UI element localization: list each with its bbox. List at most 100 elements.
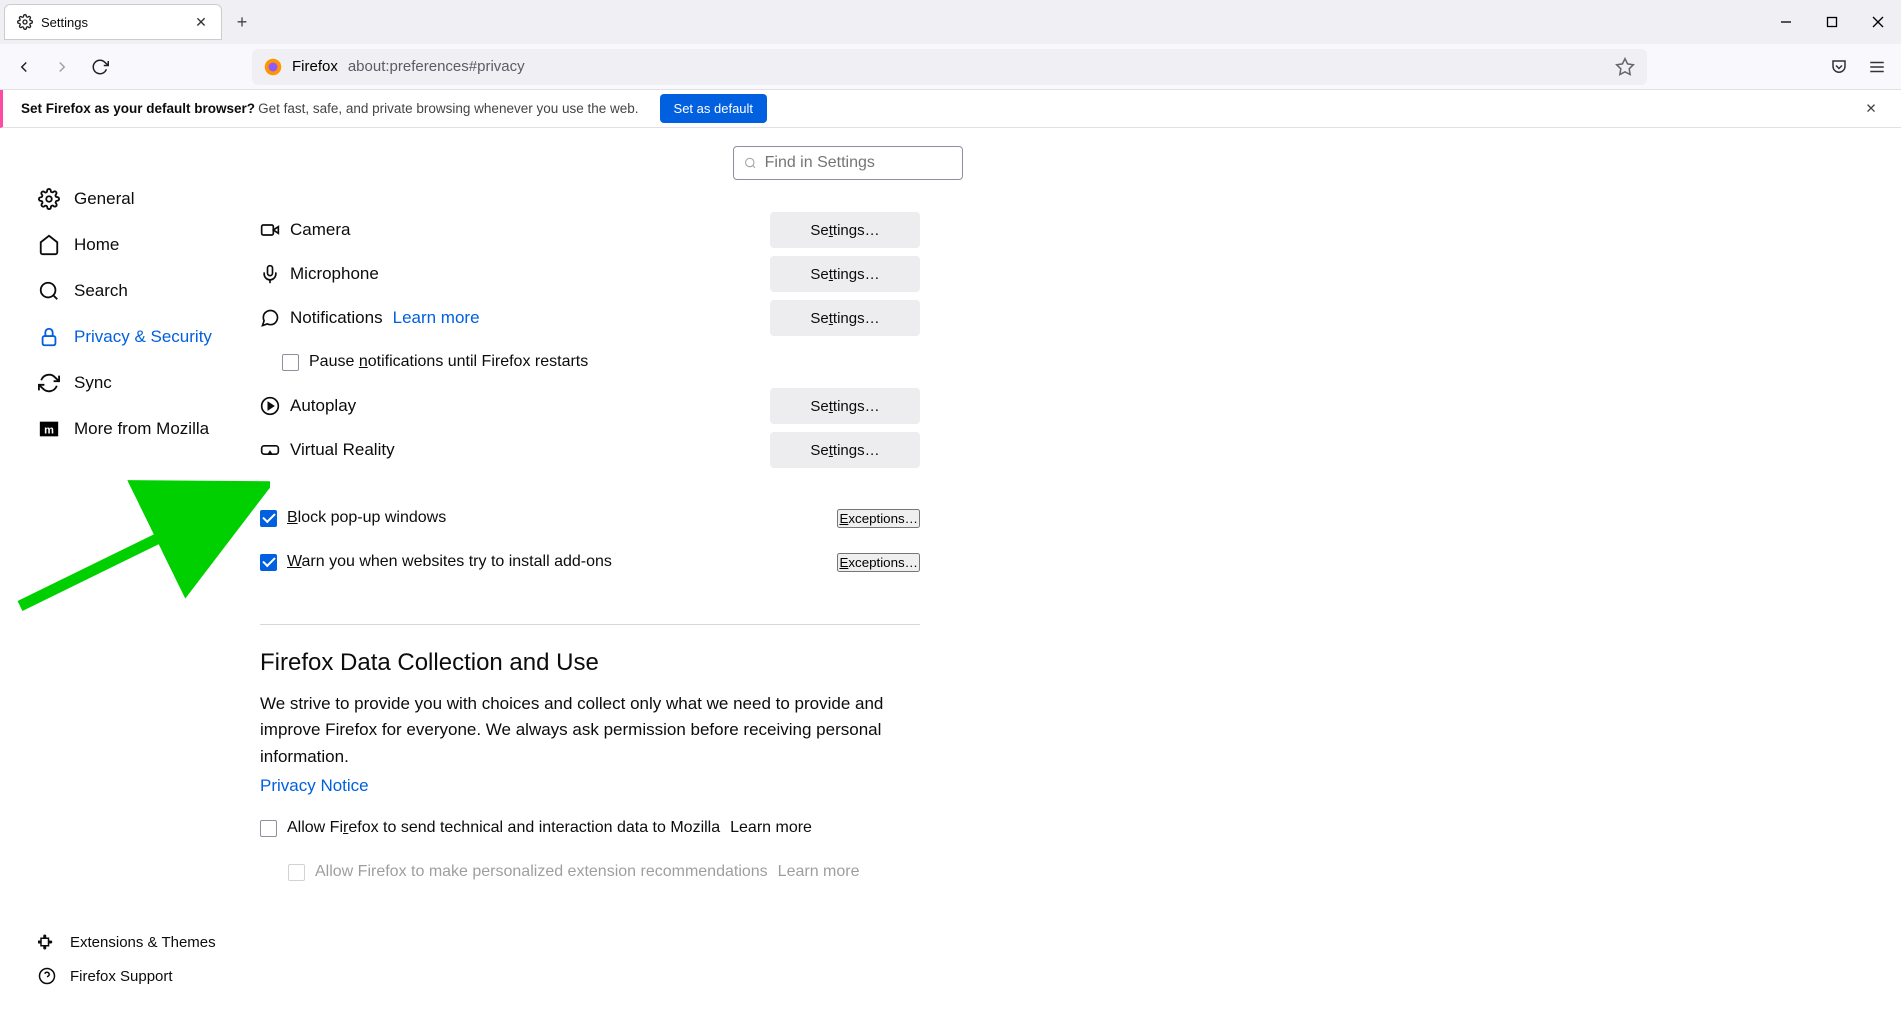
svg-text:m: m	[44, 425, 54, 437]
settings-button[interactable]: Settings…	[770, 212, 920, 248]
checkbox-label: Block pop-up windows	[287, 509, 446, 527]
banner-close-icon[interactable]: ✕	[1859, 97, 1883, 121]
allow-recommendations-row: Allow Firefox to make personalized exten…	[260, 850, 920, 894]
notification-icon	[260, 308, 280, 328]
checkbox-label: Allow Firefox to make personalized exten…	[315, 863, 768, 881]
checkbox-label: Warn you when websites try to install ad…	[287, 553, 612, 571]
learn-more-link[interactable]: Learn more	[730, 819, 812, 837]
settings-button[interactable]: Settings…	[770, 256, 920, 292]
home-icon	[38, 234, 60, 256]
pocket-icon[interactable]	[1823, 51, 1855, 83]
permission-label: Microphone	[290, 264, 379, 284]
mozilla-icon: m	[38, 418, 60, 440]
sidebar-item-label: Privacy & Security	[74, 327, 212, 347]
permission-microphone: Microphone Settings…	[260, 252, 920, 296]
divider	[260, 624, 920, 625]
search-icon	[38, 280, 60, 302]
settings-button[interactable]: Settings…	[770, 388, 920, 424]
learn-more-link: Learn more	[778, 863, 860, 881]
permission-label: Camera	[290, 220, 350, 240]
autoplay-icon	[260, 396, 280, 416]
minimize-button[interactable]	[1763, 0, 1809, 44]
privacy-notice-link[interactable]: Privacy Notice	[260, 776, 369, 796]
sidebar-item-sync[interactable]: Sync	[38, 360, 260, 406]
allow-tech-data-row: Allow Firefox to send technical and inte…	[260, 806, 920, 850]
block-popups-checkbox[interactable]	[260, 510, 277, 527]
set-default-button[interactable]: Set as default	[660, 94, 768, 123]
warn-addons-checkbox[interactable]	[260, 554, 277, 571]
pause-notifications-checkbox[interactable]	[282, 354, 299, 371]
sidebar-item-general[interactable]: General	[38, 176, 260, 222]
close-window-button[interactable]	[1855, 0, 1901, 44]
url-identity: Firefox	[292, 58, 338, 75]
forward-button[interactable]	[46, 51, 78, 83]
find-in-settings[interactable]	[733, 146, 963, 180]
permission-autoplay: Autoplay Settings…	[260, 384, 920, 428]
sidebar-item-home[interactable]: Home	[38, 222, 260, 268]
sidebar-item-label: General	[74, 189, 134, 209]
gear-icon	[17, 14, 33, 30]
browser-tab[interactable]: Settings ✕	[4, 4, 222, 40]
sidebar-item-label: Firefox Support	[70, 968, 173, 985]
permission-camera: Camera Settings…	[260, 208, 920, 252]
sidebar: General Home Search Privacy & Security S…	[0, 128, 260, 1013]
maximize-button[interactable]	[1809, 0, 1855, 44]
back-button[interactable]	[8, 51, 40, 83]
url-text: about:preferences#privacy	[348, 58, 525, 75]
sidebar-item-more[interactable]: m More from Mozilla	[38, 406, 260, 452]
bookmark-icon[interactable]	[1615, 57, 1635, 77]
settings-button[interactable]: Settings…	[770, 432, 920, 468]
search-input[interactable]	[765, 154, 952, 172]
new-tab-button[interactable]: +	[226, 6, 258, 38]
sync-icon	[38, 372, 60, 394]
sidebar-item-privacy[interactable]: Privacy & Security	[38, 314, 260, 360]
help-icon	[38, 967, 56, 985]
main: Camera Settings… Microphone Settings… No…	[260, 128, 1901, 1013]
permission-label: Notifications	[290, 308, 383, 328]
pause-notifications-row: Pause notifications until Firefox restar…	[260, 340, 920, 384]
banner-text: Get fast, safe, and private browsing whe…	[258, 101, 638, 116]
allow-tech-data-checkbox[interactable]	[260, 820, 277, 837]
sidebar-item-label: Search	[74, 281, 128, 301]
url-bar[interactable]: Firefox about:preferences#privacy	[252, 49, 1647, 85]
sidebar-item-label: Home	[74, 235, 119, 255]
tab-title: Settings	[41, 15, 185, 30]
checkbox-label: Allow Firefox to send technical and inte…	[287, 819, 720, 837]
checkbox-label: Pause notifications until Firefox restar…	[309, 353, 588, 371]
sidebar-item-label: Extensions & Themes	[70, 934, 216, 951]
permission-vr: Virtual Reality Settings…	[260, 428, 920, 472]
gear-icon	[38, 188, 60, 210]
sidebar-item-support[interactable]: Firefox Support	[38, 959, 260, 993]
puzzle-icon	[38, 933, 56, 951]
toolbar: Firefox about:preferences#privacy	[0, 44, 1901, 90]
default-browser-banner: Set Firefox as your default browser? Get…	[0, 90, 1901, 128]
tab-bar: Settings ✕ +	[0, 0, 1901, 44]
menu-icon[interactable]	[1861, 51, 1893, 83]
close-icon[interactable]: ✕	[193, 14, 209, 30]
permission-label: Virtual Reality	[290, 440, 395, 460]
exceptions-button[interactable]: Exceptions…	[837, 509, 920, 528]
warn-addons-row: Warn you when websites try to install ad…	[260, 540, 920, 584]
sidebar-item-label: More from Mozilla	[74, 419, 209, 439]
learn-more-link[interactable]: Learn more	[393, 308, 480, 328]
microphone-icon	[260, 264, 280, 284]
sidebar-item-search[interactable]: Search	[38, 268, 260, 314]
allow-recommendations-checkbox	[288, 864, 305, 881]
lock-icon	[38, 326, 60, 348]
permission-notifications: Notifications Learn more Settings…	[260, 296, 920, 340]
settings-button[interactable]: Settings…	[770, 300, 920, 336]
permission-label: Autoplay	[290, 396, 356, 416]
block-popups-row: Block pop-up windows Exceptions…	[260, 496, 920, 540]
banner-strong: Set Firefox as your default browser?	[21, 101, 255, 116]
reload-button[interactable]	[84, 51, 116, 83]
window-controls	[1763, 0, 1901, 44]
exceptions-button[interactable]: Exceptions…	[837, 553, 920, 572]
section-heading: Firefox Data Collection and Use	[260, 649, 920, 677]
vr-icon	[260, 440, 280, 460]
camera-icon	[260, 220, 280, 240]
sidebar-item-label: Sync	[74, 373, 112, 393]
firefox-icon	[264, 58, 282, 76]
search-icon	[744, 156, 757, 170]
sidebar-item-extensions[interactable]: Extensions & Themes	[38, 925, 260, 959]
content: General Home Search Privacy & Security S…	[0, 128, 1901, 1013]
